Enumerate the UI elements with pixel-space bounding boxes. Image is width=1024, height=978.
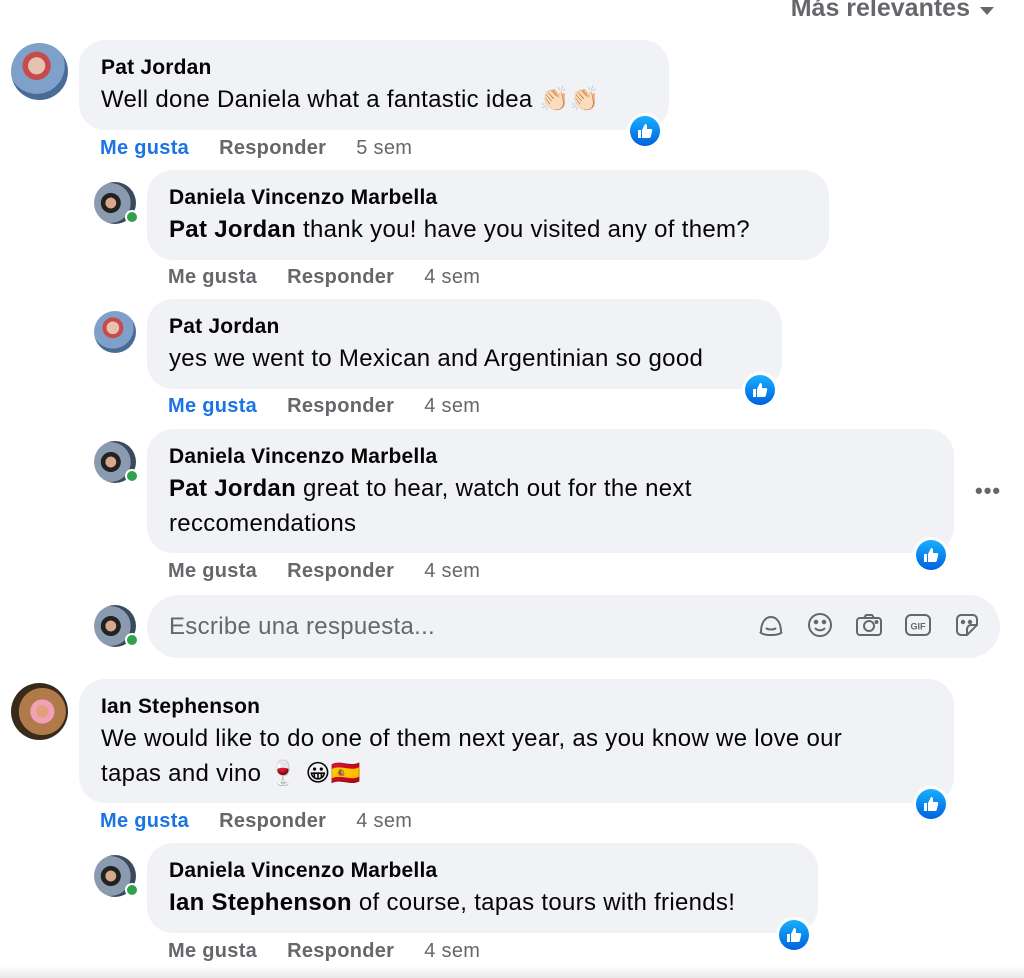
comment-bubble: Ian Stephenson We would like to do one o… [79,679,954,803]
divider [0,966,1024,978]
timestamp[interactable]: 4 sem [424,560,480,583]
mention-link[interactable]: Pat Jordan [169,475,296,502]
comment-text: Pat Jordan great to hear, watch out for … [169,475,692,502]
like-thumb-icon [753,383,768,397]
composer-tools: GIF [755,609,982,640]
timestamp[interactable]: 4 sem [424,940,480,963]
reply-composer[interactable]: GIF [147,595,1000,658]
comment-bubble: Daniela Vincenzo Marbella Ian Stephenson… [147,843,818,933]
gif-icon[interactable]: GIF [902,609,933,640]
comment-text: Pat Jordan thank you! have you visited a… [169,216,750,243]
timestamp[interactable]: 4 sem [424,266,480,289]
reply-button[interactable]: Responder [287,266,394,289]
reply-button[interactable]: Responder [287,940,394,963]
like-thumb-icon [924,548,939,562]
reply-input[interactable] [169,612,729,641]
like-reaction-badge[interactable] [913,786,949,822]
svg-text:GIF: GIF [910,621,926,631]
sort-label: Más relevantes [790,0,970,22]
like-button[interactable]: Me gusta [168,395,257,418]
like-thumb-icon [924,797,939,811]
comment-actions: Me gusta Responder 4 sem [168,940,480,963]
avatar[interactable] [94,441,139,483]
comment-author[interactable]: Daniela Vincenzo Marbella [169,443,932,471]
timestamp[interactable]: 5 sem [356,137,412,160]
comment-actions: Me gusta Responder 4 sem [100,810,412,833]
comment-text: We would like to do one of them next yea… [101,725,843,752]
camera-icon[interactable] [853,609,884,640]
avatar[interactable] [94,182,139,224]
comment-author[interactable]: Daniela Vincenzo Marbella [169,857,796,885]
comment-actions: Me gusta Responder 5 sem [100,137,412,160]
avatar[interactable] [11,43,68,100]
comment-bubble: Pat Jordan Well done Daniela what a fant… [79,40,669,130]
like-button[interactable]: Me gusta [100,810,189,833]
avatar[interactable] [94,605,139,647]
reply-button[interactable]: Responder [287,560,394,583]
timestamp[interactable]: 4 sem [424,395,480,418]
like-button[interactable]: Me gusta [168,266,257,289]
like-button[interactable]: Me gusta [168,940,257,963]
emoji-icon[interactable] [804,609,835,640]
like-reaction-badge[interactable] [913,537,949,573]
comment-text: Ian Stephenson of course, tapas tours wi… [169,889,736,916]
comment-author[interactable]: Pat Jordan [169,313,760,341]
mention-link[interactable]: Pat Jordan [169,216,296,243]
reply-button[interactable]: Responder [287,395,394,418]
reply-button[interactable]: Responder [219,810,326,833]
mention-link[interactable]: Ian Stephenson [169,889,352,916]
avatar[interactable] [94,311,136,353]
comment-author[interactable]: Daniela Vincenzo Marbella [169,184,807,212]
comment-text: yes we went to Mexican and Argentinian s… [169,345,704,372]
sticker-icon[interactable] [951,609,982,640]
caret-down-icon [980,6,994,15]
online-status-icon [125,633,139,647]
comment-actions: Me gusta Responder 4 sem [168,560,480,583]
online-status-icon [125,883,139,897]
like-reaction-badge[interactable] [776,917,812,953]
like-thumb-icon [787,928,802,942]
like-button[interactable]: Me gusta [168,560,257,583]
avatar[interactable] [11,683,68,740]
comment-bubble: Daniela Vincenzo Marbella Pat Jordan gre… [147,429,954,553]
comment-author[interactable]: Pat Jordan [101,54,647,82]
like-button[interactable]: Me gusta [100,137,189,160]
comment-text-line2: tapas and vino 🍷 😀🇪🇸 [101,760,361,787]
comment-bubble: Daniela Vincenzo Marbella Pat Jordan tha… [147,170,829,260]
like-reaction-badge[interactable] [627,113,663,149]
avatar[interactable] [94,855,139,897]
online-status-icon [125,210,139,224]
comment-text-line2: reccomendations [169,510,357,537]
reply-button[interactable]: Responder [219,137,326,160]
comment-actions: Me gusta Responder 4 sem [168,395,480,418]
sort-selector[interactable]: Más relevantes [791,0,994,23]
comment-bubble: Pat Jordan yes we went to Mexican and Ar… [147,299,782,389]
comment-text: Well done Daniela what a fantastic idea … [101,86,600,113]
more-options-icon[interactable]: ••• [975,478,1001,504]
like-reaction-badge[interactable] [742,372,778,408]
online-status-icon [125,469,139,483]
like-thumb-icon [638,124,653,138]
avatar-sticker-icon[interactable] [755,609,786,640]
timestamp[interactable]: 4 sem [356,810,412,833]
comment-author[interactable]: Ian Stephenson [101,693,932,721]
comment-actions: Me gusta Responder 4 sem [168,266,480,289]
